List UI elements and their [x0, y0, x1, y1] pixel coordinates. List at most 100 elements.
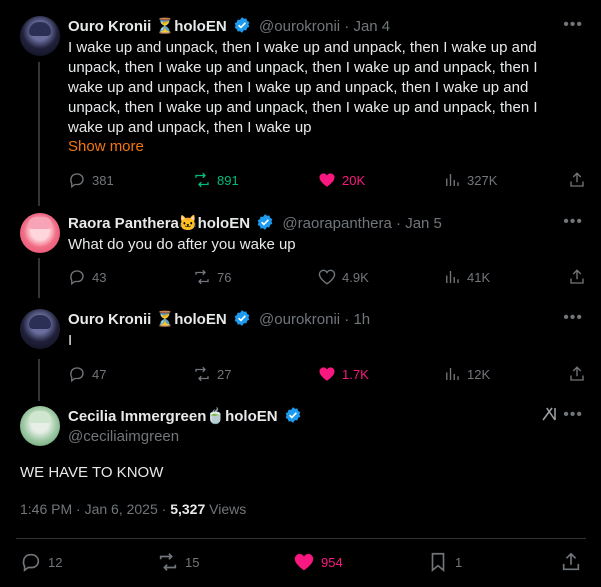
like-button[interactable]: 954 — [293, 551, 343, 573]
repost-count: 15 — [185, 554, 200, 570]
tweet-header: Ouro Kronii ⏳holoEN @ourokronii · 1h — [68, 309, 370, 333]
handle[interactable]: @ceciliaimgreen — [68, 428, 179, 445]
repost-icon — [195, 269, 209, 285]
tweet-actions: 381 891 20K 327K — [68, 171, 588, 191]
repost-button[interactable]: 76 — [193, 268, 231, 286]
reply-count: 12 — [48, 554, 63, 570]
heart-filled-icon — [294, 553, 314, 571]
views-button[interactable]: 327K — [443, 171, 497, 189]
timestamp-text[interactable]: 1:46 PM · Jan 6, 2025 · — [20, 501, 170, 517]
hourglass-emoji: ⏳ — [155, 18, 175, 35]
display-name[interactable]: Cecilia Immergreen🍵holoEN — [68, 408, 278, 425]
verified-badge-icon — [256, 213, 274, 237]
heart-icon — [318, 269, 336, 285]
share-button[interactable] — [560, 551, 582, 573]
view-count: 327K — [467, 172, 498, 188]
share-button[interactable] — [568, 365, 586, 383]
display-name[interactable]: Ouro Kronii ⏳holoEN — [68, 311, 227, 328]
views-icon — [446, 271, 459, 283]
avatar[interactable] — [20, 16, 60, 56]
handle[interactable]: @ourokronii — [259, 18, 340, 35]
tweet-text: I wake up and unpack, then I wake up and… — [68, 39, 538, 136]
reply-icon — [70, 270, 84, 286]
repost-button[interactable]: 15 — [157, 551, 199, 573]
like-count: 954 — [321, 554, 343, 570]
more-options-icon[interactable]: ••• — [563, 213, 583, 231]
tweet-time[interactable]: · Jan 5 — [396, 215, 442, 232]
tweet-header: Cecilia Immergreen🍵holoEN — [68, 406, 306, 430]
share-icon — [570, 269, 584, 284]
like-button[interactable]: 4.9K — [318, 268, 369, 286]
hourglass-emoji: ⏳ — [155, 311, 175, 328]
main-tweet-actions: 12 15 954 1 — [20, 551, 585, 575]
tweet-text: WE HAVE TO KNOW — [20, 464, 164, 481]
avatar[interactable] — [20, 406, 60, 446]
views-icon — [446, 174, 459, 186]
reply-button[interactable]: 47 — [68, 365, 106, 383]
view-count: 41K — [467, 269, 491, 285]
tweet-text: What do you do after you wake up — [68, 236, 296, 253]
tweet[interactable]: Ouro Kronii ⏳holoEN @ourokronii · Jan 4 … — [0, 16, 601, 196]
views-button[interactable]: 12K — [443, 365, 490, 383]
reply-button[interactable]: 12 — [20, 551, 62, 573]
divider — [16, 538, 586, 539]
repost-button[interactable]: 891 — [193, 171, 239, 189]
show-more-link[interactable]: Show more — [68, 138, 144, 155]
bookmark-icon — [431, 552, 445, 573]
repost-count: 76 — [217, 269, 232, 285]
avatar[interactable] — [20, 309, 60, 349]
views-icon — [446, 368, 459, 380]
tweet-timestamp: 1:46 PM · Jan 6, 2025 · 5,327 Views — [20, 501, 246, 517]
repost-icon — [195, 172, 209, 188]
heart-filled-icon — [319, 173, 335, 187]
display-name[interactable]: Ouro Kronii ⏳holoEN — [68, 18, 227, 35]
handle[interactable]: @ourokronii — [259, 311, 340, 328]
bookmark-button[interactable]: 1 — [427, 551, 462, 573]
tea-emoji: 🍵 — [206, 408, 226, 425]
reply-count: 43 — [92, 269, 107, 285]
like-button[interactable]: 20K — [318, 171, 365, 189]
grok-icon[interactable] — [540, 405, 558, 428]
tweet[interactable]: Ouro Kronii ⏳holoEN @ourokronii · 1h •••… — [0, 309, 601, 389]
tweet-actions: 47 27 1.7K 12K — [68, 365, 588, 385]
like-count: 1.7K — [342, 366, 369, 382]
share-icon — [562, 552, 580, 571]
tweet[interactable]: Raora Panthera🐱holoEN @raorapanthera · J… — [0, 213, 601, 293]
share-button[interactable] — [568, 171, 586, 189]
more-options-icon[interactable]: ••• — [563, 309, 583, 327]
bookmark-count: 1 — [455, 554, 463, 570]
share-button[interactable] — [568, 268, 586, 286]
reply-count: 47 — [92, 366, 107, 382]
tweet-time[interactable]: · Jan 4 — [344, 18, 390, 35]
avatar[interactable] — [20, 213, 60, 253]
more-options-icon[interactable]: ••• — [563, 406, 583, 424]
repost-icon — [195, 366, 209, 382]
tweet-time[interactable]: · 1h — [344, 311, 370, 328]
views-button[interactable]: 41K — [443, 268, 490, 286]
reply-icon — [70, 173, 84, 189]
more-options-icon[interactable]: ••• — [563, 16, 583, 34]
verified-badge-icon — [284, 406, 302, 430]
tweet-header: Raora Panthera🐱holoEN @raorapanthera · J… — [68, 213, 442, 237]
repost-count: 27 — [217, 366, 232, 382]
repost-count: 891 — [217, 172, 239, 188]
reply-icon — [70, 367, 84, 383]
reply-button[interactable]: 43 — [68, 268, 106, 286]
reply-button[interactable]: 381 — [68, 171, 114, 189]
tweet-header: Ouro Kronii ⏳holoEN @ourokronii · Jan 4 — [68, 16, 390, 40]
reply-icon — [22, 553, 40, 572]
like-button[interactable]: 1.7K — [318, 365, 369, 383]
repost-button[interactable]: 27 — [193, 365, 231, 383]
view-count: 12K — [467, 366, 491, 382]
tweet-text: I — [68, 332, 73, 349]
verified-badge-icon — [233, 309, 251, 333]
tweet-actions: 43 76 4.9K 41K — [68, 268, 588, 288]
heart-filled-icon — [319, 367, 335, 381]
views-label: Views — [205, 501, 247, 517]
verified-badge-icon — [233, 16, 251, 40]
repost-icon — [159, 553, 177, 571]
like-count: 20K — [342, 172, 366, 188]
handle[interactable]: @raorapanthera — [282, 215, 391, 232]
reply-count: 381 — [92, 172, 114, 188]
display-name[interactable]: Raora Panthera🐱holoEN — [68, 215, 250, 232]
